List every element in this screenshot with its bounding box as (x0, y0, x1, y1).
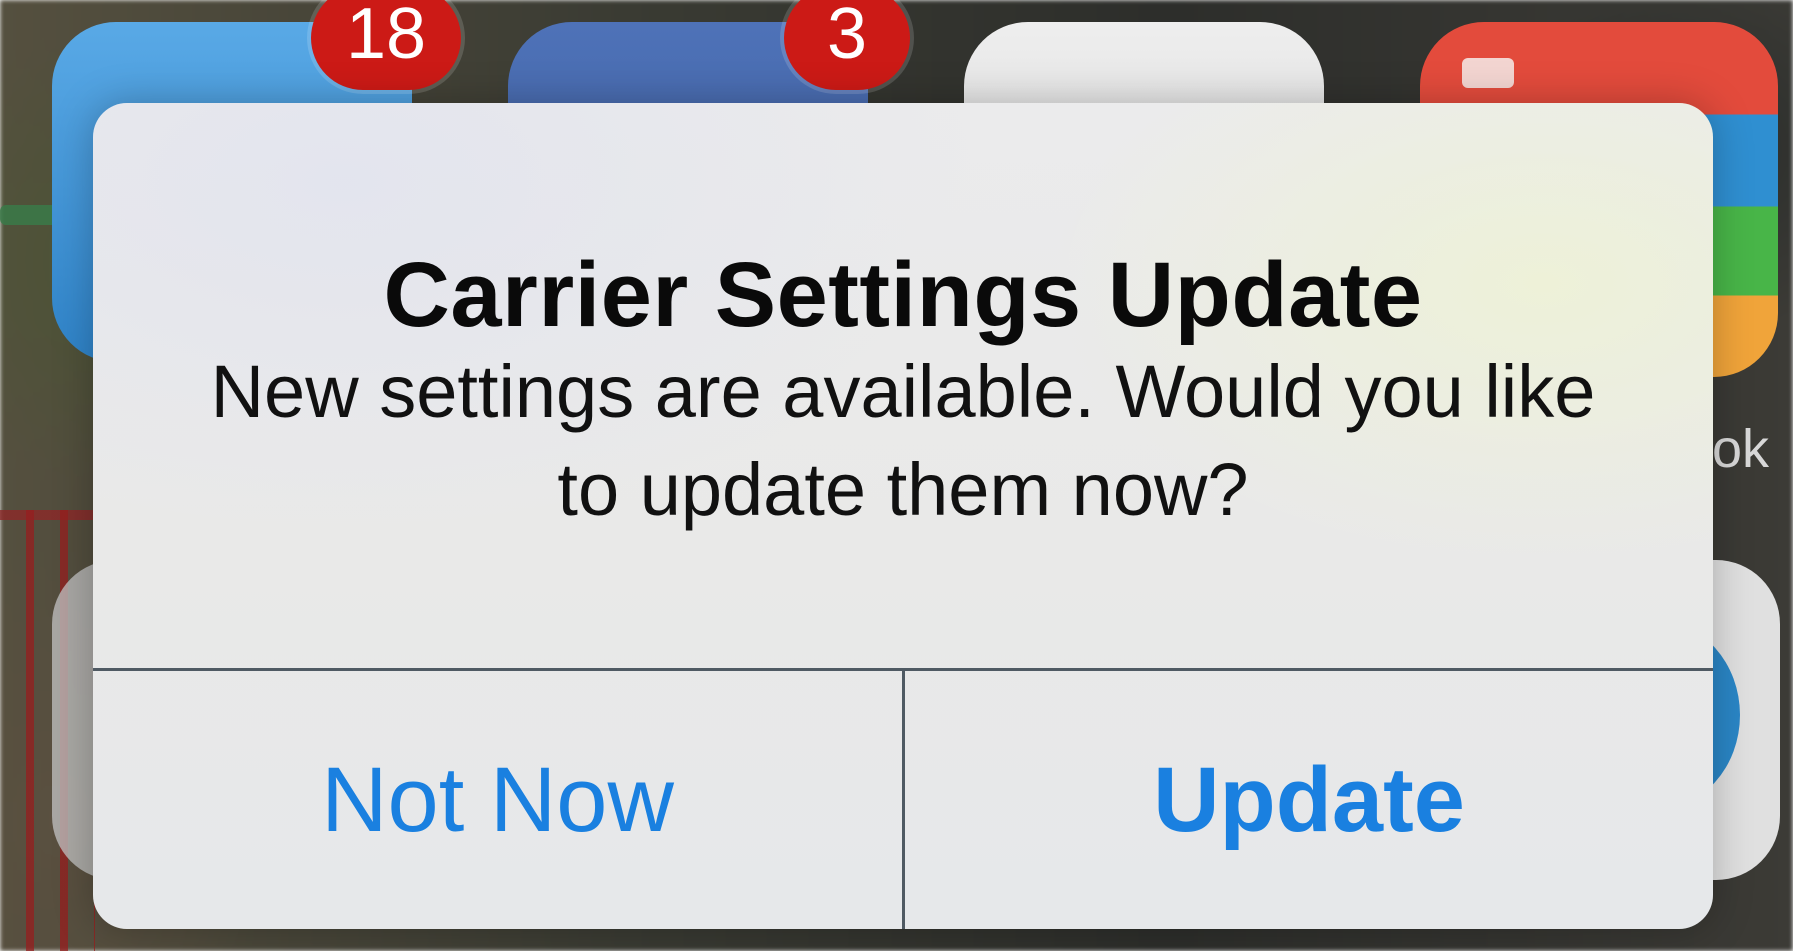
alert-title: Carrier Settings Update (383, 244, 1423, 346)
notification-badge: 3 (784, 0, 910, 90)
notification-badge: 18 (311, 0, 461, 90)
not-now-button[interactable]: Not Now (93, 671, 902, 929)
passbook-card-icon (1462, 58, 1514, 88)
wallpaper-detail (0, 205, 60, 225)
app-label-partial: ok (1712, 419, 1770, 479)
alert-message: New settings are available. Would you li… (210, 350, 1596, 531)
update-button[interactable]: Update (905, 671, 1713, 929)
alert-body: Carrier Settings Update New settings are… (93, 103, 1713, 668)
alert-dialog: Carrier Settings Update New settings are… (93, 103, 1713, 929)
